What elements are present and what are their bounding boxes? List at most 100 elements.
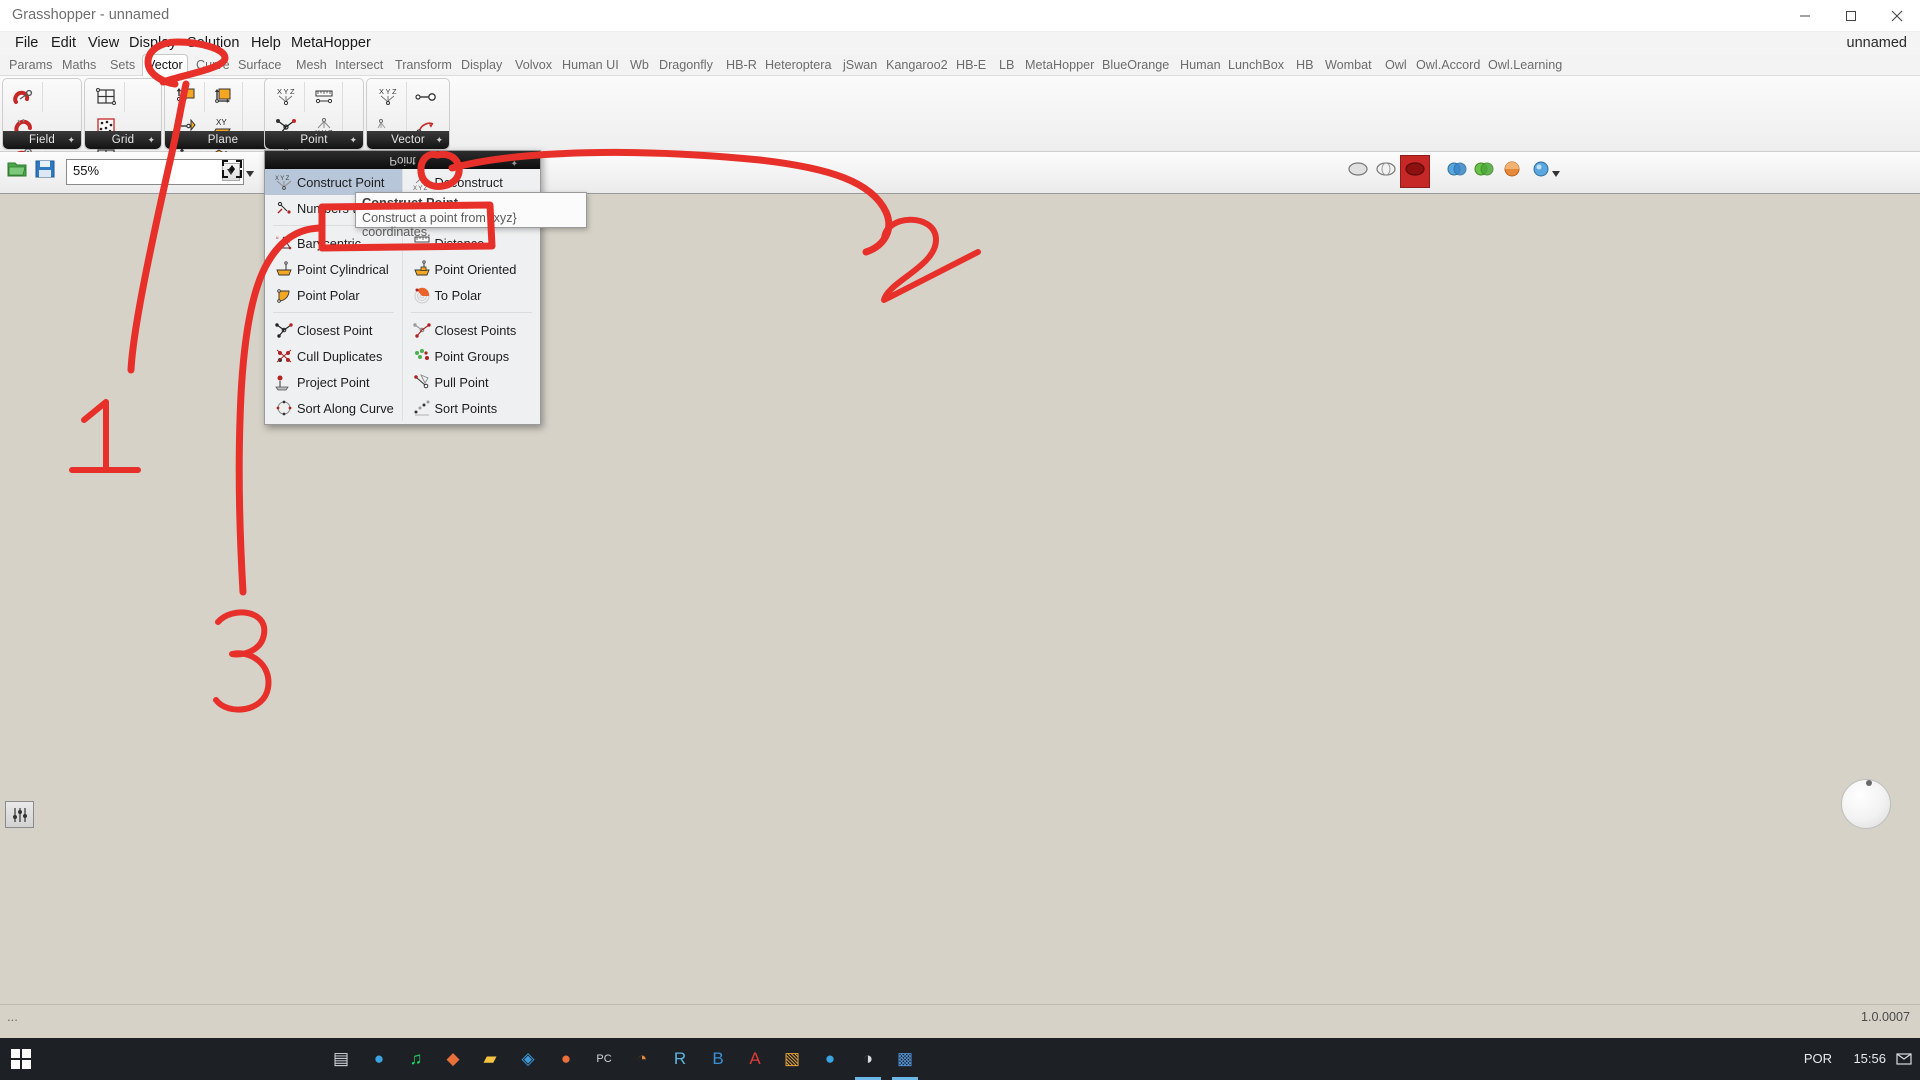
zoom-extents-button[interactable] [220,158,244,185]
close-button[interactable] [1874,0,1920,32]
menu-item-point-cylindrical[interactable]: Point Cylindrical [265,256,402,282]
spotify-icon[interactable]: ♫ [401,1044,431,1074]
menu-item-sort-points[interactable]: Sort Points [403,395,541,421]
menu-item-to-polar[interactable]: To Polar [403,282,541,308]
tab-wombat[interactable]: Wombat [1321,54,1376,76]
preview-wireframe-icon[interactable] [1374,158,1398,185]
tab-heteroptera[interactable]: Heteroptera [761,54,836,76]
task-view-icon[interactable]: ▤ [326,1044,356,1074]
blender-icon[interactable]: ◔ [627,1044,657,1074]
menu-item-cull-duplicates[interactable]: Cull Duplicates [265,343,402,369]
tab-mesh[interactable]: Mesh [292,54,331,76]
ribbon-group-arrow-grid[interactable]: ✦ [147,135,155,146]
tab-blueorange[interactable]: BlueOrange [1098,54,1173,76]
notification-icon[interactable] [1894,1049,1914,1069]
preview-mesh-colour-icon[interactable] [1500,158,1524,185]
canvas-navigation-compass[interactable] [1841,779,1891,829]
menu-item-project-point[interactable]: Project Point [265,369,402,395]
tab-jswan[interactable]: jSwan [839,54,881,76]
menu-item-sort-along-curve[interactable]: Sort Along Curve [265,395,402,421]
menu-item-point-oriented[interactable]: Point Oriented [403,256,541,282]
tab-vector[interactable]: Vector [142,54,188,77]
plane-normal-icon[interactable] [167,82,205,112]
tab-params[interactable]: Params [5,54,56,76]
zoom-level-combobox[interactable]: 55% [66,159,244,185]
dropdown-collapse-arrow-icon[interactable]: ✦ [510,154,518,172]
menu-item-pull-point[interactable]: Pull Point [403,369,541,395]
menu-item-point-groups[interactable]: Point Groups [403,343,541,369]
canvas-widget-toggle[interactable] [5,801,34,828]
menu-item-closest-point[interactable]: Closest Point [265,317,402,343]
menu-item-edit[interactable]: Edit [46,34,81,52]
menu-item-help[interactable]: Help [246,34,286,52]
language-indicator[interactable]: POR [1804,1051,1832,1066]
acrobat-icon[interactable]: A [740,1044,770,1074]
menu-item-point-polar[interactable]: Point Polar [265,282,402,308]
tab-metahopper[interactable]: MetaHopper [1021,54,1098,76]
edge-browser-icon[interactable]: ● [364,1044,394,1074]
ribbon-group-arrow-vector[interactable]: ✦ [435,135,443,146]
document-colour-icon[interactable] [1472,158,1496,185]
tab-wb[interactable]: Wb [626,54,653,76]
grid-rectangular-icon[interactable] [87,82,125,112]
zoom-extents-dropdown[interactable] [246,164,254,182]
sphere-preview-icon[interactable] [1530,158,1554,185]
tab-owl[interactable]: Owl [1381,54,1411,76]
field-point-charge-icon[interactable] [5,82,43,112]
tab-human[interactable]: Human [1176,54,1225,76]
tab-lb[interactable]: LB [995,54,1018,76]
ribbon-construct-point-icon[interactable]: XYZ [267,82,305,112]
menu-item-file[interactable]: File [10,34,43,52]
plane-3pt-icon[interactable] [205,82,243,112]
menu-item-solution[interactable]: Solution [182,34,244,52]
tab-dragonfly[interactable]: Dragonfly [655,54,717,76]
preview-shaded-icon[interactable] [1400,155,1430,188]
menu-item-display[interactable]: Display [124,34,182,52]
skype-icon[interactable]: ● [815,1044,845,1074]
tab-display[interactable]: Display [457,54,506,76]
rstudio-icon[interactable]: R [665,1044,695,1074]
tab-sets[interactable]: Sets [106,54,139,76]
notes-app-icon[interactable]: ▧ [777,1044,807,1074]
pc-app-icon[interactable]: PC [589,1044,619,1074]
ribbon-group-arrow-field[interactable]: ✦ [67,135,75,146]
tab-human-ui[interactable]: Human UI [558,54,623,76]
tab-owl-accord[interactable]: Owl.Accord [1412,54,1484,76]
tab-hb[interactable]: HB [1292,54,1318,76]
tab-maths[interactable]: Maths [58,54,100,76]
tab-surface[interactable]: Surface [234,54,285,76]
preview-colour-swatch-icon[interactable] [1445,158,1469,185]
ribbon-group-arrow-point[interactable]: ✦ [349,135,357,146]
open-file-button[interactable] [6,158,28,185]
vscode-icon[interactable]: ◈ [513,1044,543,1074]
grasshopper-icon[interactable]: ▩ [890,1044,920,1080]
tab-volvox[interactable]: Volvox [511,54,556,76]
tab-hb-e[interactable]: HB-E [952,54,990,76]
toolbar-overflow-chevron-icon[interactable] [1552,164,1560,182]
tab-curve[interactable]: Curve [192,54,234,76]
menu-item-metahopper[interactable]: MetaHopper [286,34,376,52]
menu-item-view[interactable]: View [83,34,124,52]
file-explorer-icon[interactable]: ▰ [475,1044,505,1074]
preview-off-icon[interactable] [1346,158,1370,185]
maximize-button[interactable] [1828,0,1874,32]
menu-item-closest-points[interactable]: Closest Points [403,317,541,343]
tab-lunchbox[interactable]: LunchBox [1224,54,1288,76]
windows-start-icon[interactable] [6,1044,36,1074]
tab-transform[interactable]: Transform [391,54,456,76]
app-orange-icon[interactable]: ◆ [438,1044,468,1074]
blue-app-icon[interactable]: B [703,1044,733,1074]
tab-kangaroo2[interactable]: Kangaroo2 [882,54,952,76]
tab-owl-learning[interactable]: Owl.Learning [1484,54,1566,76]
ribbon-distance-icon[interactable] [305,82,343,112]
tab-intersect[interactable]: Intersect [331,54,387,76]
ribbon-vector-2pt-icon[interactable] [407,82,445,112]
save-file-button[interactable] [34,158,56,185]
tab-hb-r[interactable]: HB-R [722,54,761,76]
rhino-icon[interactable]: ◑ [853,1044,883,1080]
pull-point-icon [409,371,435,393]
minimize-button[interactable] [1782,0,1828,32]
firefox-icon[interactable]: ● [551,1044,581,1074]
clock[interactable]: 15:56 [1853,1051,1886,1066]
ribbon-vector-xyz-icon[interactable]: XYZ [369,82,407,112]
